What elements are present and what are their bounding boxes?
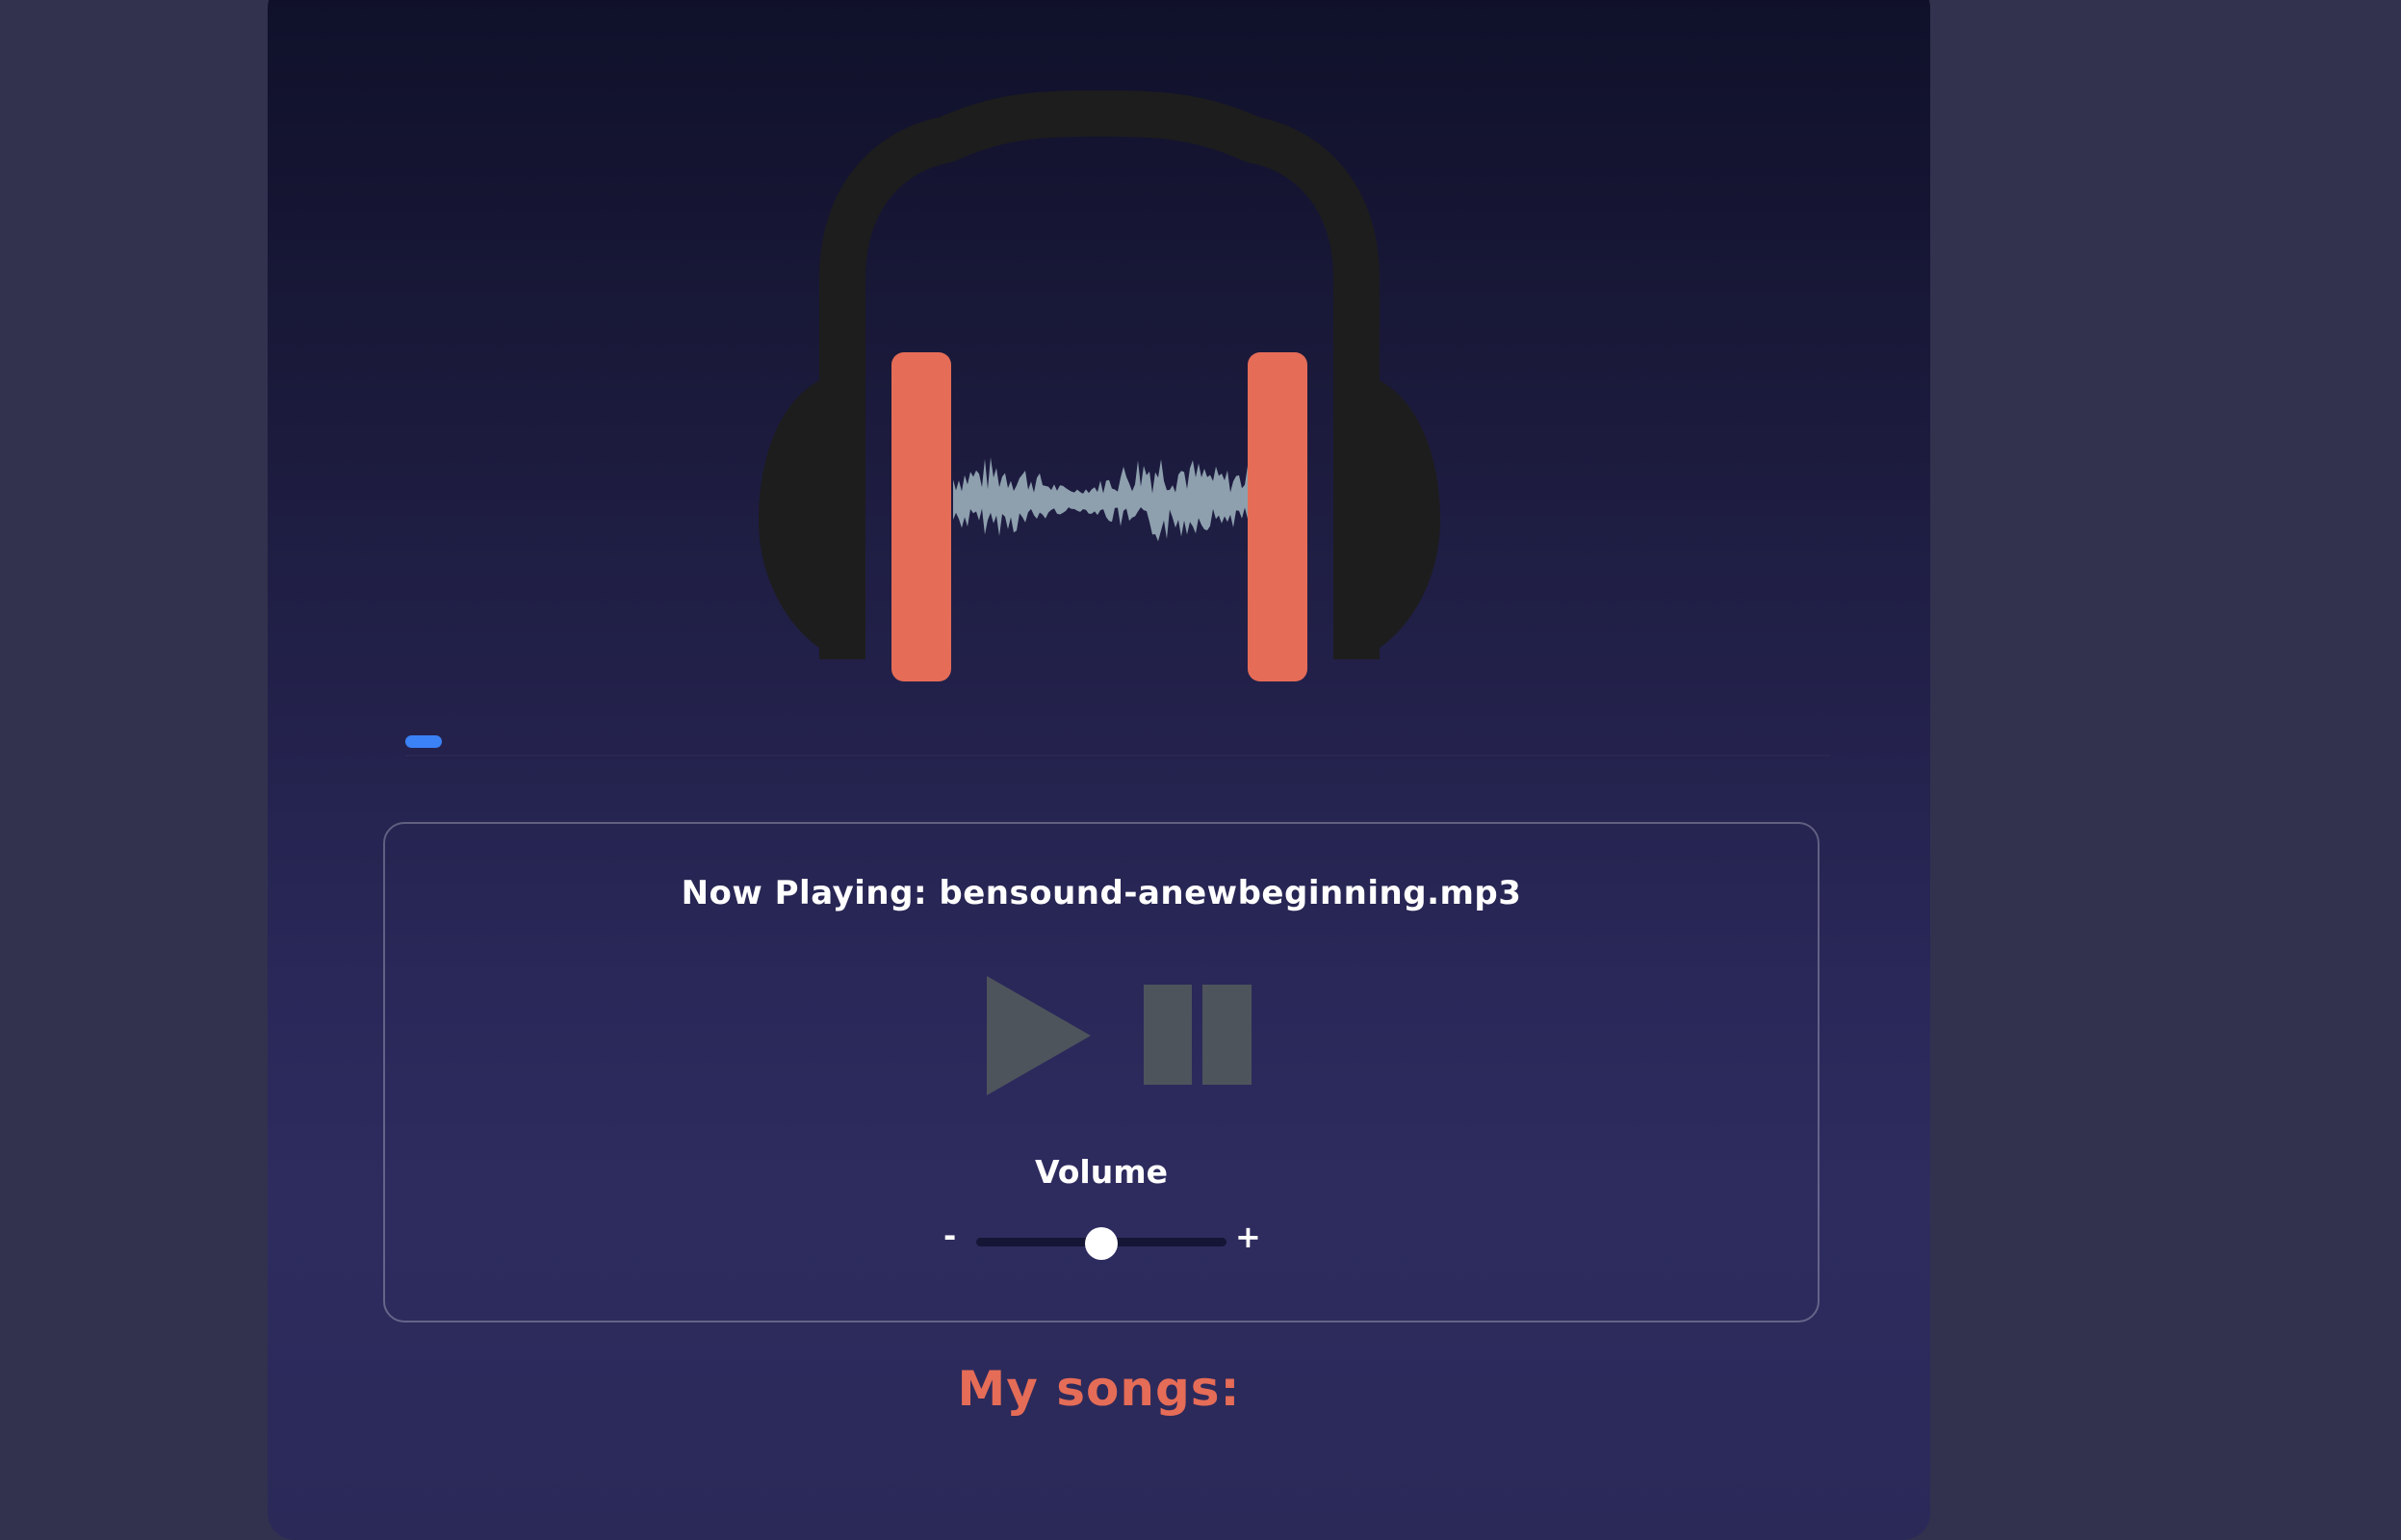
progress-track[interactable] <box>405 755 1830 757</box>
volume-up-button[interactable]: + <box>1235 1221 1261 1252</box>
volume-down-button[interactable]: - <box>943 1220 956 1251</box>
controls-panel: Now Playing: bensound-anewbeginning.mp3 … <box>383 822 1820 1322</box>
pause-button[interactable] <box>1144 985 1252 1085</box>
volume-slider-thumb[interactable] <box>1085 1227 1118 1260</box>
play-icon <box>987 976 1091 1095</box>
volume-label: Volume <box>1035 1153 1168 1191</box>
progress-fill <box>405 735 442 748</box>
headphones-waveform-icon <box>759 90 1440 681</box>
my-songs-heading: My songs: <box>957 1361 1241 1417</box>
pause-icon <box>1144 985 1252 1085</box>
now-playing-label: Now Playing: bensound-anewbeginning.mp3 <box>681 874 1522 912</box>
play-button[interactable] <box>987 976 1093 1095</box>
volume-slider[interactable] <box>976 1226 1226 1265</box>
music-player-card: Now Playing: bensound-anewbeginning.mp3 … <box>268 0 1930 1540</box>
